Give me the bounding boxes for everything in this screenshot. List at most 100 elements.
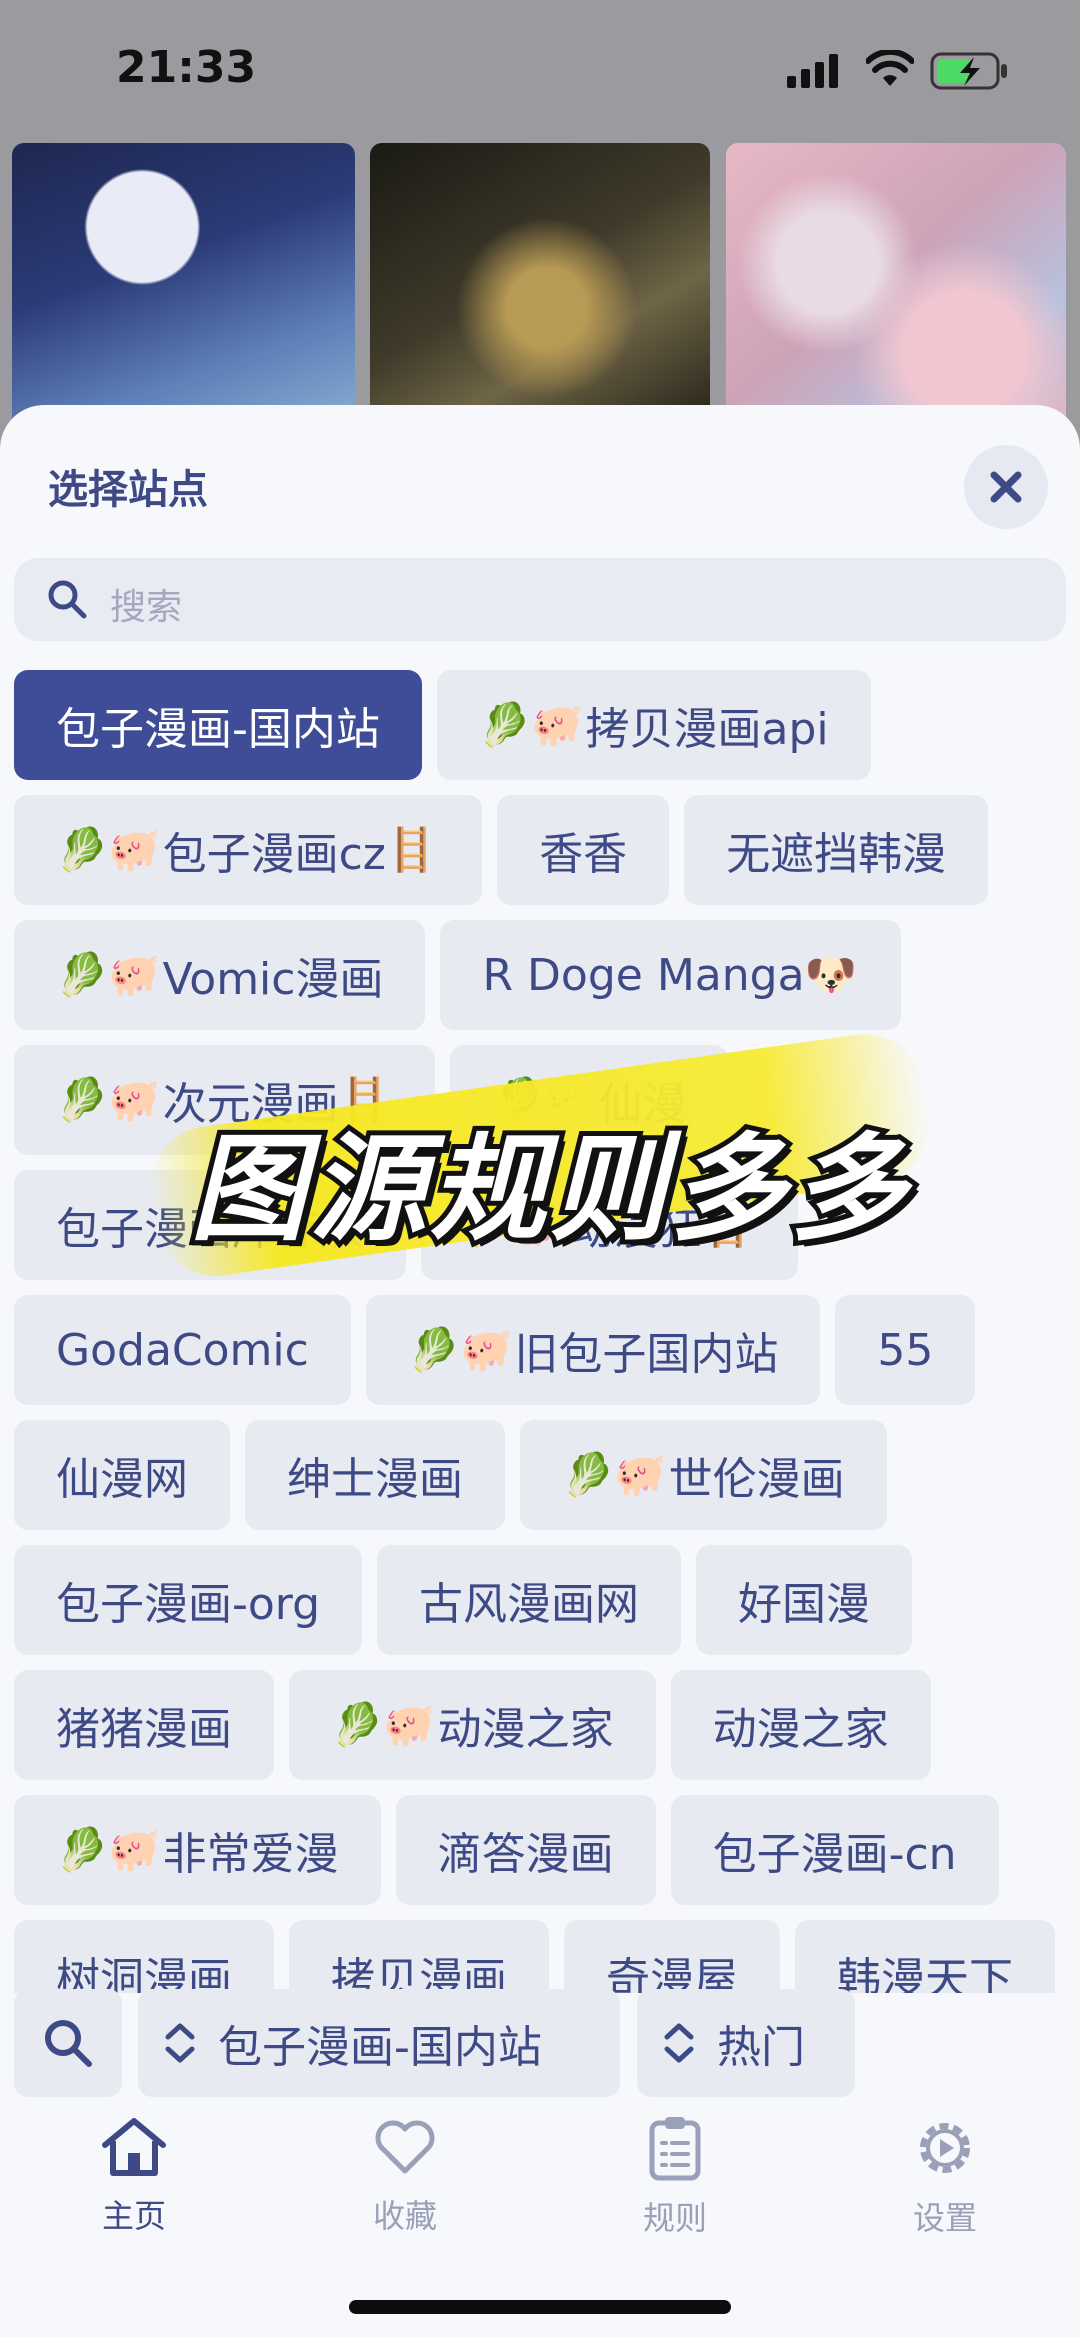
home-indicator [349,2300,731,2314]
site-chip-prefix: 🥬🐖 [56,950,161,999]
site-chip[interactable]: 仙漫网 [14,1420,230,1530]
sheet-title: 选择站点 [48,467,208,513]
tab-favorites[interactable]: 收藏 [315,2115,495,2237]
site-chip-label: 包子漫画-国内站 [56,704,380,755]
site-chip-prefix: 🥬🐖 [407,1325,513,1374]
search-icon [45,2020,92,2067]
sort-select-value: 热门 [717,2022,805,2073]
comic-cover-grid [0,143,1080,443]
site-row: 树洞漫画 拷贝漫画 奇漫屋 韩漫天下 [14,1920,1055,1993]
site-chip-label: 55 [877,1324,934,1376]
site-row: 包子漫画-国内站 🥬🐖 拷贝漫画api [14,670,871,780]
site-chip-label: GodaComic [56,1324,309,1376]
site-chip[interactable]: 包子漫画-org [14,1545,363,1655]
site-chip-label: 古风漫画网 [419,1579,640,1630]
site-chip-prefix: 🥬🐖 [478,700,584,749]
site-chip[interactable]: 🥬🐖 包子漫画cz 🪜 [14,795,483,905]
site-chip-label: 好国漫 [738,1579,871,1630]
site-chip[interactable]: 🥬🐖 非常爱漫 [14,1795,381,1905]
site-chip[interactable]: 动漫之家 [670,1670,931,1780]
site-chip-label: R Doge Manga [482,949,805,1001]
site-chip[interactable]: 🥬🐖 动漫之家 [289,1670,656,1780]
tab-label: 收藏 [372,2197,437,2235]
wifi-icon [866,50,914,86]
battery-icon [930,52,1007,90]
search-button[interactable] [14,1989,122,2097]
comic-cover[interactable] [726,143,1066,443]
site-chip-label: 旧包子国内站 [514,1329,779,1380]
site-chip[interactable]: 树洞漫画 [14,1920,274,1993]
site-chip-label: 拷贝漫画api [585,704,829,755]
site-row: 猪猪漫画 🥬🐖 动漫之家 动漫之家 [14,1670,931,1780]
site-chip[interactable]: 包子漫画-cn [670,1795,999,1905]
site-chip[interactable]: 绅士漫画 [245,1420,505,1530]
status-bar: 21:33 [0,0,1080,140]
site-chip-label: 非常爱漫 [162,1829,339,1880]
site-chip[interactable]: R Doge Manga 🐶 [440,920,901,1030]
site-chip[interactable]: 🥬🐖 世伦漫画 [520,1420,887,1530]
tab-label: 规则 [642,2199,707,2237]
sort-select[interactable]: 热门 [637,1989,855,2097]
search-icon [48,580,87,619]
site-chip-label: 无遮挡韩漫 [726,829,947,880]
site-select[interactable]: 包子漫画-国内站 [138,1989,620,2097]
site-row: 包子漫画-org 古风漫画网 好国漫 [14,1545,913,1655]
site-chip-suffix: 🐶 [804,950,857,999]
heart-icon [375,2120,435,2174]
tab-settings[interactable]: 设置 [855,2115,1035,2239]
comic-cover[interactable] [12,143,355,443]
search-input[interactable]: 搜索 [14,558,1066,641]
site-row: 🥬🐖 包子漫画cz 🪜 香香 无遮挡韩漫 [14,795,989,905]
site-chip-label: Vomic漫画 [162,954,384,1005]
tab-home[interactable]: 主页 [44,2115,224,2237]
site-chip[interactable]: 🥬🐖 拷贝漫画api [436,670,871,780]
site-chip[interactable]: 拷贝漫画 [289,1920,549,1993]
bottom-control-bar: 包子漫画-国内站 热门 [0,1985,1080,2107]
site-chip[interactable]: 🥬🐖 Vomic漫画 [14,920,426,1030]
close-icon [990,471,1022,503]
site-chip[interactable]: 奇漫屋 [564,1920,780,1993]
chevron-up-down-icon [165,2023,195,2063]
overlay-caption: 图源规则多多 [185,1117,911,1262]
site-row: 仙漫网 绅士漫画 🥬🐖 世伦漫画 [14,1420,887,1530]
site-chip[interactable]: 古风漫画网 [377,1545,682,1655]
site-chip[interactable]: 滴答漫画 [395,1795,656,1905]
site-chip-prefix: 🥬🐖 [331,1700,436,1749]
site-select-value: 包子漫画-国内站 [218,2022,542,2073]
site-chip-label: 滴答漫画 [437,1829,614,1880]
site-chip[interactable]: 55 [835,1295,976,1405]
cellular-signal-icon [787,54,838,88]
site-chip[interactable]: 无遮挡韩漫 [684,795,989,905]
site-chip[interactable]: 包子漫画-国内站 [14,670,422,780]
site-chip-label: 包子漫画cz [162,829,386,880]
site-chip[interactable]: 🥬🐖 旧包子国内站 [365,1295,821,1405]
tab-label: 设置 [912,2199,977,2237]
site-chip-prefix: 🥬🐖 [56,825,161,874]
site-chip-label: 动漫之家 [712,1704,889,1755]
status-time: 21:33 [116,42,257,93]
site-chip-suffix: 🪜 [385,825,439,874]
site-chip-label: 动漫之家 [437,1704,614,1755]
site-chip-prefix: 🥬🐖 [56,1075,161,1124]
site-chip-label: 包子漫画-cn [712,1829,957,1880]
site-chip-label: 绅士漫画 [287,1454,463,1505]
site-chip[interactable]: GodaComic [14,1295,351,1405]
site-chip[interactable]: 香香 [497,795,670,905]
site-chip-prefix: 🥬🐖 [562,1450,667,1499]
tab-rules[interactable]: 规则 [585,2115,765,2239]
close-button[interactable] [964,445,1048,529]
site-row: 🥬🐖 Vomic漫画 R Doge Manga 🐶 [14,920,901,1030]
site-row: GodaComic 🥬🐖 旧包子国内站 55 [14,1295,976,1405]
site-chip-label: 香香 [539,829,628,880]
comic-cover[interactable] [370,143,710,443]
site-chip-label: 世伦漫画 [668,1454,845,1505]
site-chip[interactable]: 猪猪漫画 [14,1670,274,1780]
tab-label: 主页 [101,2197,166,2235]
site-chip[interactable]: 韩漫天下 [795,1920,1055,1993]
site-chip[interactable]: 好国漫 [696,1545,913,1655]
site-chip-label: 包子漫画-org [56,1579,321,1630]
gear-icon [920,2123,970,2173]
clipboard-icon [649,2117,701,2181]
site-chip-prefix: 🥬🐖 [56,1825,161,1874]
site-chip-label: 猪猪漫画 [56,1704,232,1755]
